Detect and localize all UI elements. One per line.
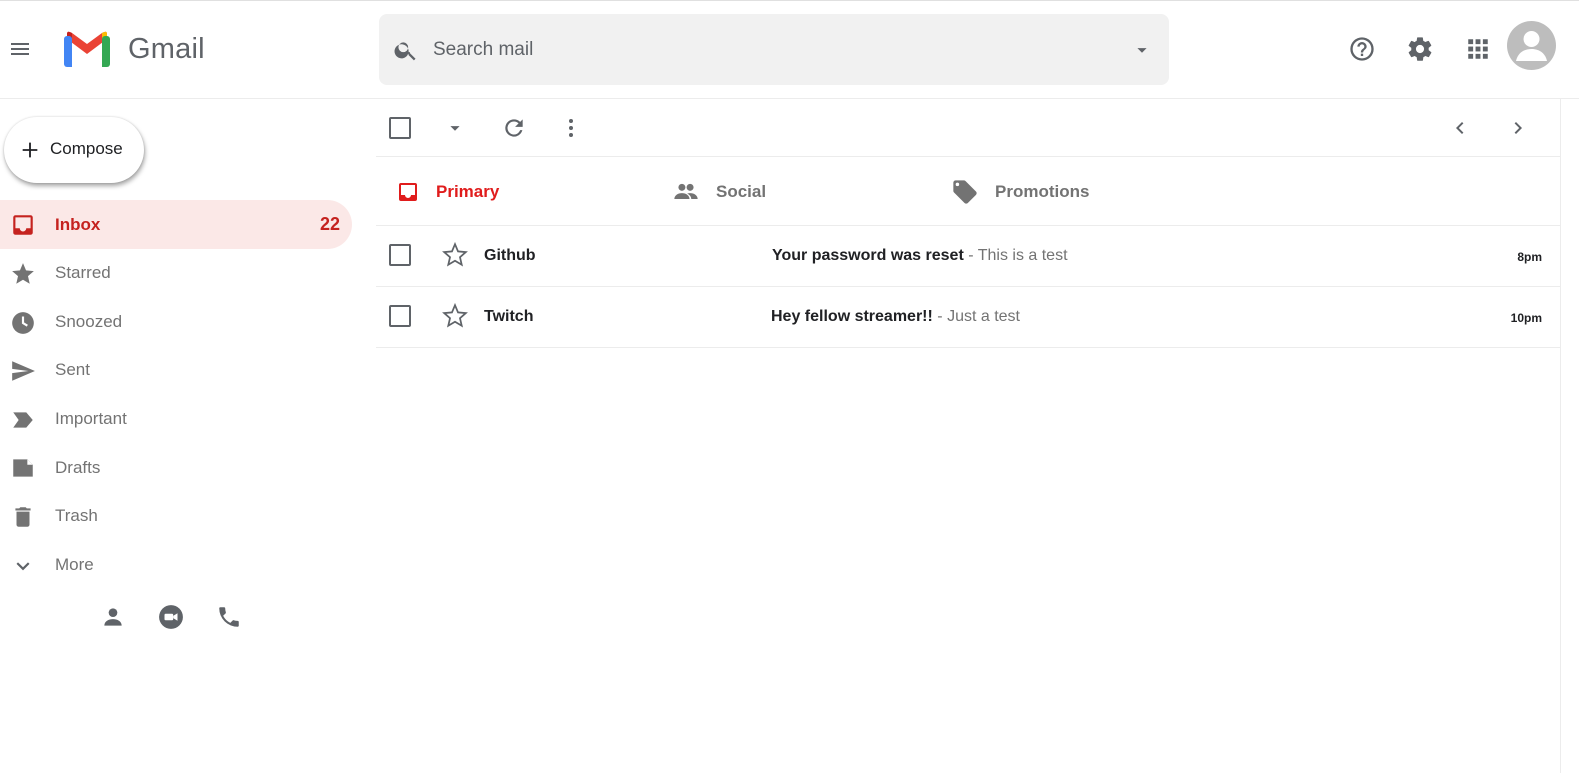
sidebar-item-trash[interactable]: Trash [0, 492, 352, 541]
caret-down-icon [450, 126, 460, 131]
message-sender: Github [484, 247, 536, 264]
sidebar-item-label: More [55, 554, 94, 574]
sidebar-item-drafts[interactable]: Drafts [0, 443, 352, 492]
tab-promotions[interactable]: Promotions [951, 158, 1089, 226]
video-call-icon [159, 605, 183, 629]
sidebar-item-more[interactable]: More [0, 541, 352, 590]
vertical-scrollbar[interactable] [1560, 99, 1579, 773]
select-options-button[interactable] [441, 114, 469, 142]
compose-button[interactable]: Compose [4, 117, 144, 183]
header: Gmail [0, 1, 1579, 99]
sidebar-item-label: Inbox [55, 214, 101, 234]
message-subject-line: Your password was reset - This is a test [772, 247, 1068, 265]
sidebar-item-important[interactable]: Important [0, 395, 352, 444]
phone-icon [219, 607, 239, 627]
help-button[interactable] [1347, 34, 1377, 64]
sidebar-item-snoozed[interactable]: Snoozed [0, 298, 352, 347]
gear-icon [1408, 37, 1432, 61]
message-checkbox[interactable] [389, 305, 411, 327]
star-outline-icon[interactable] [442, 303, 468, 329]
sidebar-item-label: Starred [55, 263, 111, 283]
apps-button[interactable] [1463, 34, 1493, 64]
apps-grid-icon [1468, 39, 1488, 59]
meet-button[interactable] [158, 604, 184, 630]
chevron-right-icon [1514, 122, 1522, 134]
tab-primary[interactable]: Primary [396, 158, 499, 226]
message-snippet: - Just a test [932, 308, 1020, 325]
message-subject-line: Hey fellow streamer!! - Just a test [771, 308, 1020, 326]
compose-label: Compose [50, 139, 123, 158]
person-icon [104, 608, 122, 626]
newer-button[interactable] [1446, 114, 1474, 142]
menu-icon [11, 43, 29, 55]
sidebar-item-label: Snoozed [55, 311, 123, 331]
account-avatar[interactable] [1507, 21, 1556, 70]
search-icon[interactable] [393, 37, 419, 63]
help-icon [1350, 37, 1374, 61]
sidebar-item-starred[interactable]: Starred [0, 249, 352, 298]
message-row[interactable]: Github Your password was reset - This is… [376, 226, 1560, 287]
message-list: Github Your password was reset - This is… [376, 226, 1560, 348]
search-bar[interactable] [379, 14, 1169, 85]
select-all-checkbox[interactable] [386, 114, 414, 142]
message-subject: Your password was reset [772, 247, 964, 264]
settings-button[interactable] [1405, 34, 1435, 64]
chevron-left-icon [1456, 122, 1464, 134]
inbox-icon [13, 215, 33, 235]
plus-icon [22, 142, 38, 158]
checkbox-box [389, 117, 411, 139]
sidebar-item-label: Drafts [55, 457, 101, 477]
send-icon [12, 361, 35, 381]
category-tabs: Primary Social Promotions [376, 158, 1560, 226]
mail-toolbar [376, 99, 1560, 157]
refresh-button[interactable] [500, 114, 528, 142]
search-options-icon[interactable] [1131, 39, 1153, 61]
clock-icon [12, 311, 34, 334]
message-sender: Twitch [484, 308, 534, 325]
important-icon [13, 412, 33, 428]
call-button[interactable] [216, 604, 242, 630]
more-vert-icon [569, 119, 573, 137]
sidebar-item-label: Sent [55, 360, 90, 380]
chevron-down-icon [16, 561, 30, 570]
inbox-icon [399, 183, 417, 201]
refresh-icon [505, 119, 523, 137]
sidebar-item-sent[interactable]: Sent [0, 346, 352, 395]
sidebar-item-inbox[interactable]: Inbox 22 [0, 200, 352, 249]
message-subject: Hey fellow streamer!! [771, 308, 933, 325]
message-snippet: - This is a test [963, 247, 1068, 264]
trash-icon [15, 507, 31, 527]
tag-icon [953, 180, 977, 204]
star-outline-icon[interactable] [442, 242, 468, 268]
hangouts-bar [100, 604, 242, 630]
sidebar-item-label: Important [55, 409, 127, 429]
gmail-m-icon [64, 31, 110, 67]
message-time: 8pm [1517, 250, 1542, 264]
person-icon [1516, 31, 1547, 61]
main-menu-button[interactable] [6, 35, 34, 63]
tab-social[interactable]: Social [672, 158, 766, 226]
tab-label: Social [716, 182, 767, 201]
more-actions-button[interactable] [557, 114, 585, 142]
older-button[interactable] [1504, 114, 1532, 142]
tab-label: Primary [436, 182, 500, 201]
gmail-logo[interactable]: Gmail [64, 29, 205, 69]
message-time: 10pm [1510, 311, 1542, 325]
contacts-button[interactable] [100, 604, 126, 630]
people-icon [674, 183, 698, 199]
gmail-logo-text: Gmail [128, 32, 205, 65]
draft-icon [13, 459, 33, 478]
sidebar-nav: Inbox 22 Starred Snoozed Sent Important … [0, 200, 352, 589]
tab-label: Promotions [995, 182, 1090, 201]
sidebar-item-label: Trash [55, 506, 98, 526]
unread-count-badge: 22 [319, 214, 340, 234]
message-checkbox[interactable] [389, 244, 411, 266]
search-input[interactable] [433, 32, 1113, 68]
star-icon [12, 263, 34, 284]
message-row[interactable]: Twitch Hey fellow streamer!! - Just a te… [376, 287, 1560, 348]
